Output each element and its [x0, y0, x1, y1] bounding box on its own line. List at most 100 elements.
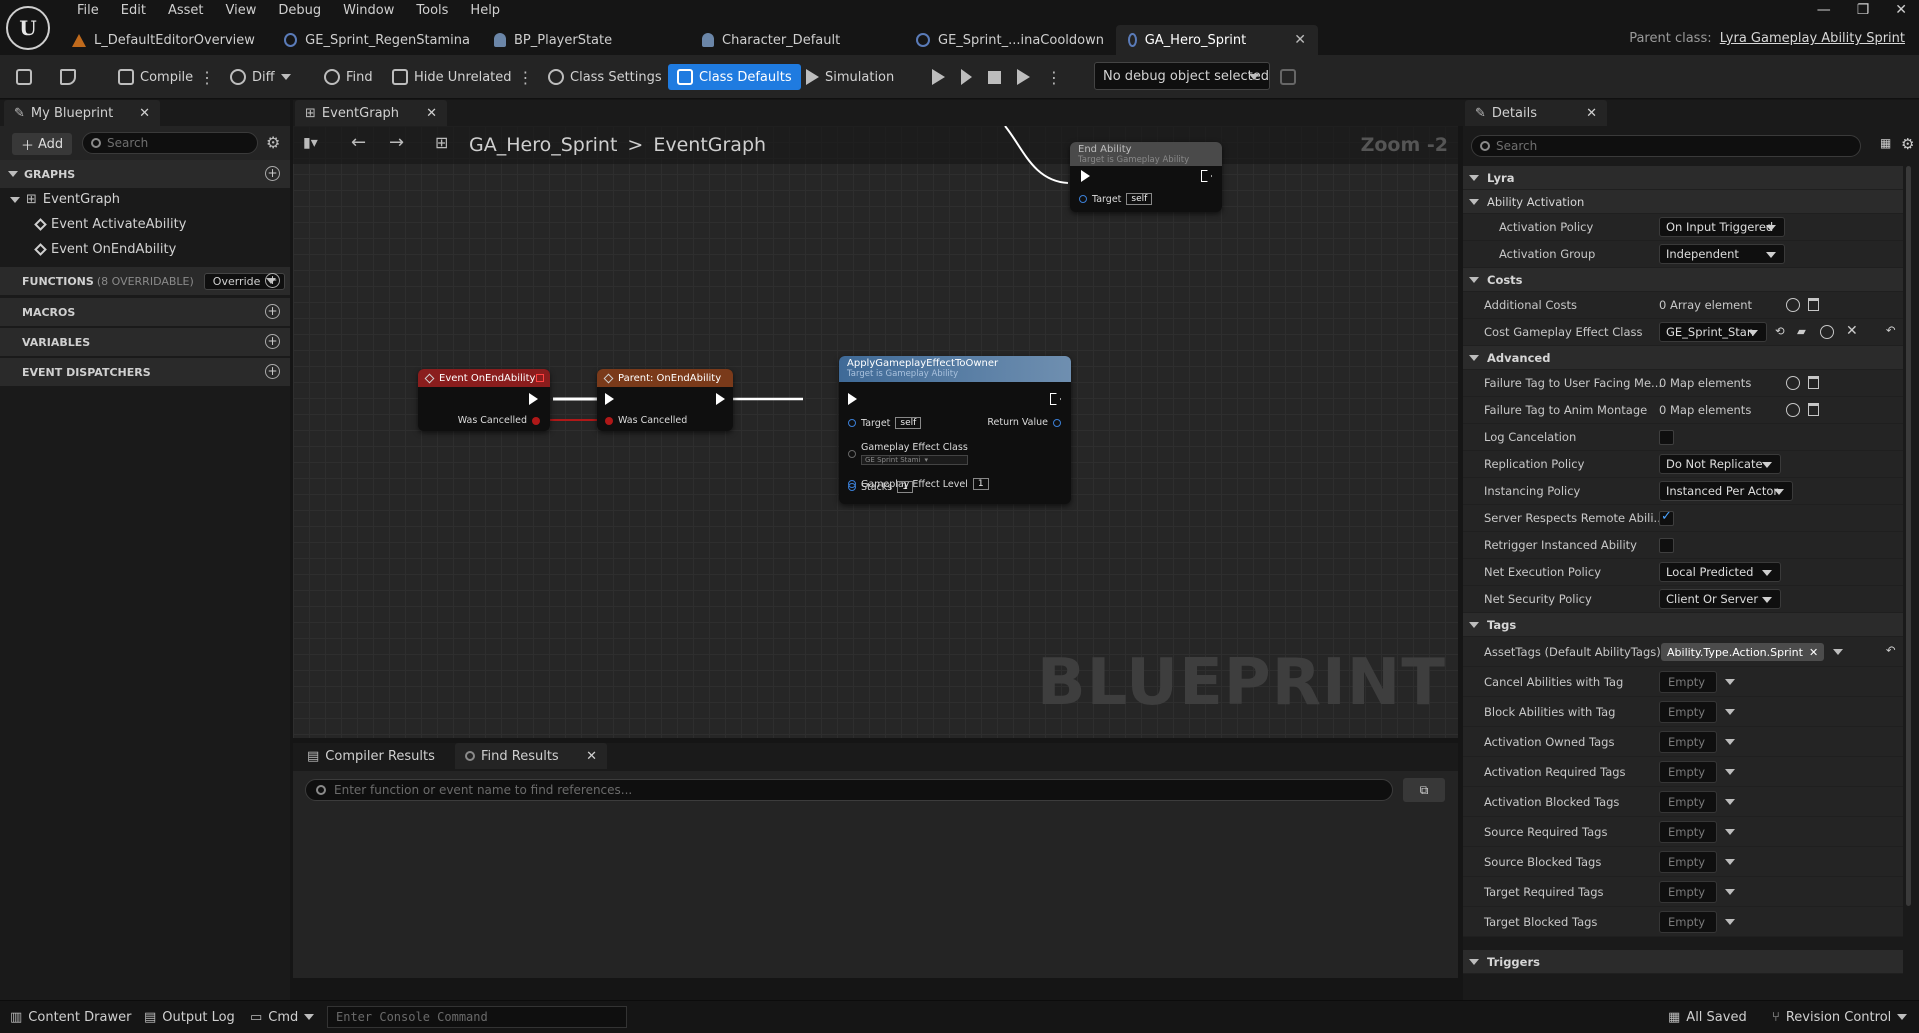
add-element-icon[interactable]: [1786, 376, 1800, 390]
play-icon[interactable]: [932, 69, 945, 85]
functions-section-header[interactable]: FUNCTIONS (8 OVERRIDABLE) Override +: [0, 267, 290, 295]
chevron-down-icon[interactable]: [1725, 709, 1735, 715]
doc-tab-hero-sprint[interactable]: GA_Hero_Sprint ✕: [1116, 25, 1318, 55]
exec-out-pin[interactable]: [529, 393, 538, 405]
target-pin[interactable]: Target self: [1079, 193, 1153, 205]
tab-find-results[interactable]: Find Results ✕: [455, 743, 607, 769]
add-dispatcher-icon[interactable]: +: [265, 364, 280, 379]
tab-eventgraph[interactable]: ⊞ EventGraph ✕: [295, 100, 447, 126]
add-icon[interactable]: [1820, 325, 1834, 339]
debug-filter-icon[interactable]: [1280, 64, 1296, 90]
close-tab-icon[interactable]: ✕: [1586, 106, 1597, 121]
tab-compiler-results[interactable]: ▤ Compiler Results: [297, 743, 447, 769]
instancing-policy-select[interactable]: Instanced Per Actor: [1659, 481, 1793, 501]
diff-button[interactable]: Diff: [230, 64, 291, 90]
variables-section-header[interactable]: VARIABLES +: [0, 328, 290, 356]
restore-icon[interactable]: ❐: [1857, 2, 1870, 18]
pin-default-value[interactable]: 1: [972, 478, 989, 490]
tag-query-edit[interactable]: Empty: [1659, 911, 1717, 933]
chevron-down-icon[interactable]: [1725, 679, 1735, 685]
chevron-down-icon[interactable]: [1725, 739, 1735, 745]
chevron-down-icon[interactable]: [1725, 769, 1735, 775]
gear-icon[interactable]: ⚙: [266, 133, 280, 152]
doc-tab-sprint-cooldown[interactable]: GE_Sprint_...inaCooldown: [904, 25, 1116, 55]
menu-help[interactable]: Help: [459, 2, 511, 20]
chevron-down-icon[interactable]: [1725, 919, 1735, 925]
add-macro-icon[interactable]: +: [265, 304, 280, 319]
tag-query-edit[interactable]: Empty: [1659, 821, 1717, 843]
trash-icon[interactable]: [1808, 376, 1819, 389]
add-element-icon[interactable]: [1786, 403, 1800, 417]
retrigger-checkbox[interactable]: [1659, 538, 1674, 553]
add-element-icon[interactable]: [1786, 298, 1800, 312]
category-ability-activation[interactable]: Ability Activation: [1463, 190, 1903, 214]
tree-item-event-activate[interactable]: Event ActivateAbility: [34, 217, 186, 232]
tag-chip[interactable]: Ability.Type.Action.Sprint ✕: [1661, 643, 1825, 661]
details-search-input[interactable]: Search: [1471, 135, 1861, 157]
exec-in-pin[interactable]: [1081, 170, 1090, 182]
tag-query-edit[interactable]: Empty: [1659, 761, 1717, 783]
cmd-select[interactable]: ▭ Cmd: [250, 1001, 315, 1033]
resume-icon[interactable]: [1017, 69, 1030, 85]
menu-debug[interactable]: Debug: [267, 2, 332, 20]
category-triggers[interactable]: Triggers: [1463, 950, 1903, 974]
chevron-down-icon[interactable]: [1833, 649, 1843, 655]
close-tab-icon[interactable]: ✕: [139, 106, 150, 121]
add-button[interactable]: ＋ Add: [12, 133, 73, 155]
browse-folder-icon[interactable]: ▰: [1797, 324, 1806, 338]
trash-icon[interactable]: [1808, 403, 1819, 416]
node-end-ability[interactable]: End Ability Target is Gameplay Ability T…: [1070, 142, 1222, 212]
category-lyra[interactable]: Lyra: [1463, 166, 1903, 190]
more-options-icon[interactable]: ⋮: [518, 68, 534, 87]
exec-out-pin[interactable]: [716, 393, 725, 405]
find-references-input[interactable]: Enter function or event name to find ref…: [305, 779, 1393, 801]
find-button[interactable]: Find: [324, 64, 373, 90]
chevron-down-icon[interactable]: [1725, 889, 1735, 895]
effect-class-pin[interactable]: Gameplay Effect Class GE Sprint Stami ▾: [848, 442, 968, 465]
close-window-icon[interactable]: ✕: [1895, 2, 1907, 18]
log-cancelation-checkbox[interactable]: [1659, 430, 1674, 445]
details-scrollbar[interactable]: [1906, 166, 1911, 906]
clear-icon[interactable]: ✕: [1846, 323, 1858, 339]
category-advanced[interactable]: Advanced: [1463, 346, 1903, 370]
simulation-button[interactable]: Simulation: [806, 64, 894, 90]
pin-default-value[interactable]: 1: [897, 481, 913, 493]
server-respects-checkbox[interactable]: [1659, 509, 1674, 526]
class-settings-button[interactable]: Class Settings: [548, 64, 662, 90]
cost-ge-class-select[interactable]: GE_Sprint_Stan: [1659, 322, 1767, 342]
chevron-down-icon[interactable]: [1725, 799, 1735, 805]
tree-item-eventgraph[interactable]: ⊞ EventGraph: [10, 192, 120, 207]
all-saved-button[interactable]: ▦ All Saved: [1668, 1001, 1747, 1033]
exec-in-pin[interactable]: [605, 393, 614, 405]
use-selected-icon[interactable]: ⟲: [1775, 324, 1785, 338]
was-cancelled-pin[interactable]: Was Cancelled: [458, 415, 540, 426]
tag-query-edit[interactable]: Empty: [1659, 731, 1717, 753]
tab-my-blueprint[interactable]: ✎ My Blueprint ✕: [4, 100, 160, 126]
compile-button[interactable]: Compile ⋮: [118, 64, 215, 90]
tree-item-event-onend[interactable]: Event OnEndAbility: [34, 242, 176, 257]
chevron-down-icon[interactable]: [1725, 829, 1735, 835]
menu-view[interactable]: View: [215, 2, 268, 20]
save-icon[interactable]: [16, 64, 32, 90]
content-drawer-button[interactable]: ▥ Content Drawer: [10, 1001, 131, 1033]
tag-query-edit[interactable]: Empty: [1659, 701, 1717, 723]
menu-window[interactable]: Window: [332, 2, 405, 20]
more-options-icon[interactable]: ⋮: [199, 68, 215, 87]
close-tab-icon[interactable]: ✕: [426, 106, 437, 121]
activation-policy-select[interactable]: On Input Triggered: [1659, 217, 1785, 237]
net-execution-select[interactable]: Local Predicted: [1659, 562, 1781, 582]
class-defaults-button[interactable]: Class Defaults: [668, 64, 801, 90]
tag-query-edit[interactable]: Empty: [1659, 881, 1717, 903]
net-security-select[interactable]: Client Or Server: [1659, 589, 1781, 609]
more-options-icon[interactable]: ⋮: [1046, 68, 1062, 87]
menu-asset[interactable]: Asset: [157, 2, 215, 20]
doc-tab-player-state[interactable]: BP_PlayerState: [482, 25, 690, 55]
reset-to-default-icon[interactable]: ↶: [1886, 643, 1896, 657]
category-costs[interactable]: Costs: [1463, 268, 1903, 292]
console-command-input[interactable]: Enter Console Command: [327, 1006, 627, 1028]
output-log-button[interactable]: ▤ Output Log: [144, 1001, 235, 1033]
return-value-pin[interactable]: Return Value: [987, 417, 1061, 428]
dispatchers-section-header[interactable]: EVENT DISPATCHERS +: [0, 358, 290, 386]
gear-icon[interactable]: ⚙: [1901, 135, 1914, 153]
menu-edit[interactable]: Edit: [110, 2, 157, 20]
